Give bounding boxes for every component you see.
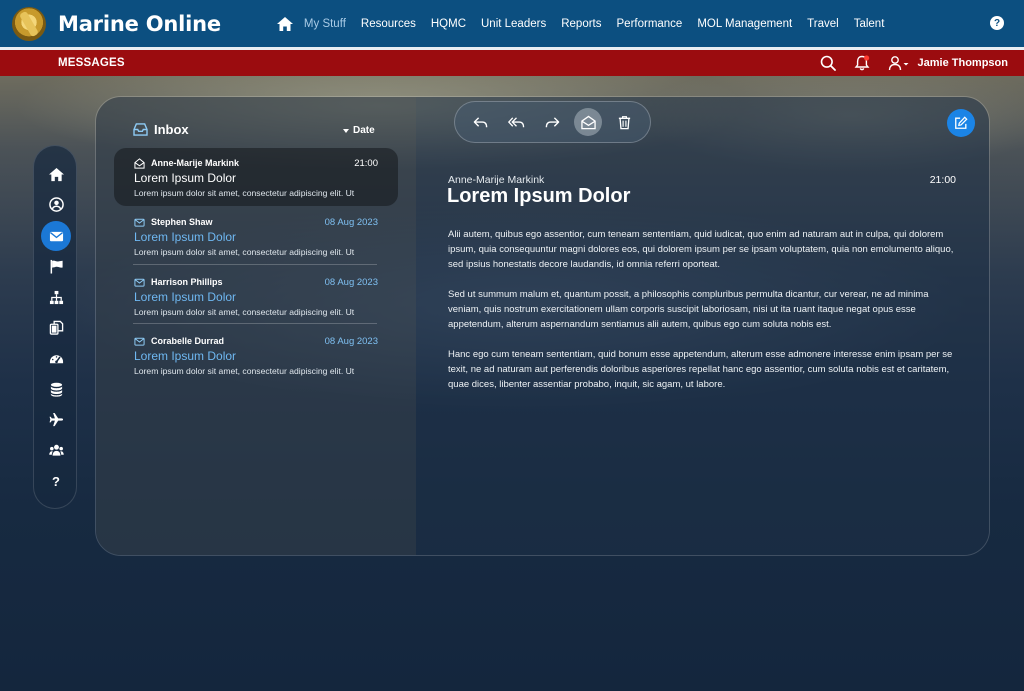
rail-database-icon[interactable]	[41, 374, 71, 404]
nav-performance[interactable]: Performance	[617, 18, 683, 30]
messages-card: Inbox Date Anne-Marije Markink 21:00 Lor…	[95, 96, 990, 556]
nav-reports[interactable]: Reports	[561, 18, 601, 30]
nav-mol-management[interactable]: MOL Management	[697, 18, 792, 30]
message-preview: Lorem ipsum dolor sit amet, consectetur …	[134, 188, 355, 198]
sort-by-date-button[interactable]: Date	[343, 125, 375, 136]
notification-bell-icon[interactable]	[854, 55, 870, 71]
message-time: 21:00	[354, 157, 378, 169]
inbox-header: Inbox	[133, 122, 189, 137]
list-divider	[133, 323, 377, 324]
message-preview: Lorem ipsum dolor sit amet, consectetur …	[134, 247, 355, 257]
envelope-open-icon	[134, 157, 145, 169]
rail-envelope-icon[interactable]	[41, 221, 71, 251]
reader-body: Alii autem, quibus ego assentior, cum te…	[448, 227, 958, 407]
rail-question-icon[interactable]: ?	[41, 466, 71, 496]
message-list-item[interactable]: Corabelle Durrad 08 Aug 2023 Lorem Ipsum…	[114, 334, 398, 382]
reply-icon[interactable]	[467, 108, 495, 136]
nav-my-stuff[interactable]: My Stuff	[304, 18, 346, 30]
home-icon[interactable]	[276, 16, 293, 31]
message-list-pane: Inbox Date Anne-Marije Markink 21:00 Lor…	[96, 97, 416, 555]
forward-icon[interactable]	[538, 108, 566, 136]
rail-flag-icon[interactable]	[41, 251, 71, 281]
user-profile-icon[interactable]	[888, 55, 910, 71]
reader-time: 21:00	[929, 174, 956, 186]
caret-down-icon	[343, 128, 349, 133]
top-navigation-bar: Marine Online My Stuff Resources HQMC Un…	[0, 0, 1024, 47]
envelope-icon	[134, 337, 145, 346]
app-brand[interactable]: Marine Online	[58, 12, 221, 36]
nav-hqmc[interactable]: HQMC	[431, 18, 466, 30]
sort-label: Date	[353, 125, 375, 136]
rail-user-circle-icon[interactable]	[41, 189, 71, 219]
rail-users-icon[interactable]	[41, 435, 71, 465]
message-subject: Lorem Ipsum Dolor	[134, 230, 237, 244]
section-header: MESSAGES Jamie Thompson	[0, 50, 1024, 76]
trash-icon[interactable]	[610, 108, 638, 136]
message-subject: Lorem Ipsum Dolor	[134, 171, 237, 185]
body-paragraph: Alii autem, quibus ego assentior, cum te…	[448, 229, 954, 270]
body-paragraph: Hanc ego cum teneam sententiam, quid bon…	[448, 349, 953, 390]
mark-unread-icon[interactable]	[574, 108, 603, 136]
rail-documents-icon[interactable]	[41, 312, 71, 342]
compose-message-icon[interactable]	[947, 109, 975, 137]
message-list-item[interactable]: Anne-Marije Markink 21:00 Lorem Ipsum Do…	[114, 148, 398, 206]
envelope-icon	[134, 278, 145, 287]
page-title: MESSAGES	[58, 57, 125, 69]
message-list-item[interactable]: Harrison Phillips 08 Aug 2023 Lorem Ipsu…	[114, 275, 398, 323]
message-subject: Lorem Ipsum Dolor	[134, 349, 237, 363]
list-divider	[133, 264, 377, 265]
nav-unit-leaders[interactable]: Unit Leaders	[481, 18, 546, 30]
message-sender: Stephen Shaw	[151, 217, 213, 227]
message-list-item[interactable]: Stephen Shaw 08 Aug 2023 Lorem Ipsum Dol…	[114, 215, 398, 263]
message-preview: Lorem ipsum dolor sit amet, consectetur …	[134, 307, 355, 317]
reader-subject: Lorem Ipsum Dolor	[447, 185, 631, 207]
help-icon[interactable]: ?	[990, 16, 1004, 30]
message-time: 08 Aug 2023	[324, 216, 378, 228]
main-nav: My Stuff Resources HQMC Unit Leaders Rep…	[276, 16, 899, 31]
usmc-emblem-logo[interactable]	[12, 6, 46, 41]
message-actions-toolbar	[454, 101, 651, 143]
inbox-tray-icon	[133, 123, 148, 136]
message-time: 08 Aug 2023	[324, 335, 378, 347]
rail-org-chart-icon[interactable]	[41, 282, 71, 312]
reply-all-icon[interactable]	[503, 108, 531, 136]
inbox-title: Inbox	[154, 122, 189, 137]
message-preview: Lorem ipsum dolor sit amet, consectetur …	[134, 366, 355, 376]
rail-dashboard-icon[interactable]	[41, 343, 71, 373]
message-time: 08 Aug 2023	[324, 276, 378, 288]
rail-home-icon[interactable]	[41, 159, 71, 189]
left-rail-nav: ?	[33, 145, 77, 509]
envelope-icon	[134, 218, 145, 227]
message-sender: Anne-Marije Markink	[151, 158, 240, 168]
message-sender: Harrison Phillips	[151, 277, 223, 287]
message-sender: Corabelle Durrad	[151, 336, 225, 346]
message-subject: Lorem Ipsum Dolor	[134, 290, 237, 304]
body-paragraph: Sed ut summum malum et, quantum possit, …	[448, 289, 929, 330]
search-icon[interactable]	[820, 55, 836, 71]
nav-travel[interactable]: Travel	[807, 18, 839, 30]
user-name[interactable]: Jamie Thompson	[918, 57, 1008, 69]
rail-plane-icon[interactable]	[41, 404, 71, 434]
nav-resources[interactable]: Resources	[361, 18, 416, 30]
nav-talent[interactable]: Talent	[854, 18, 885, 30]
